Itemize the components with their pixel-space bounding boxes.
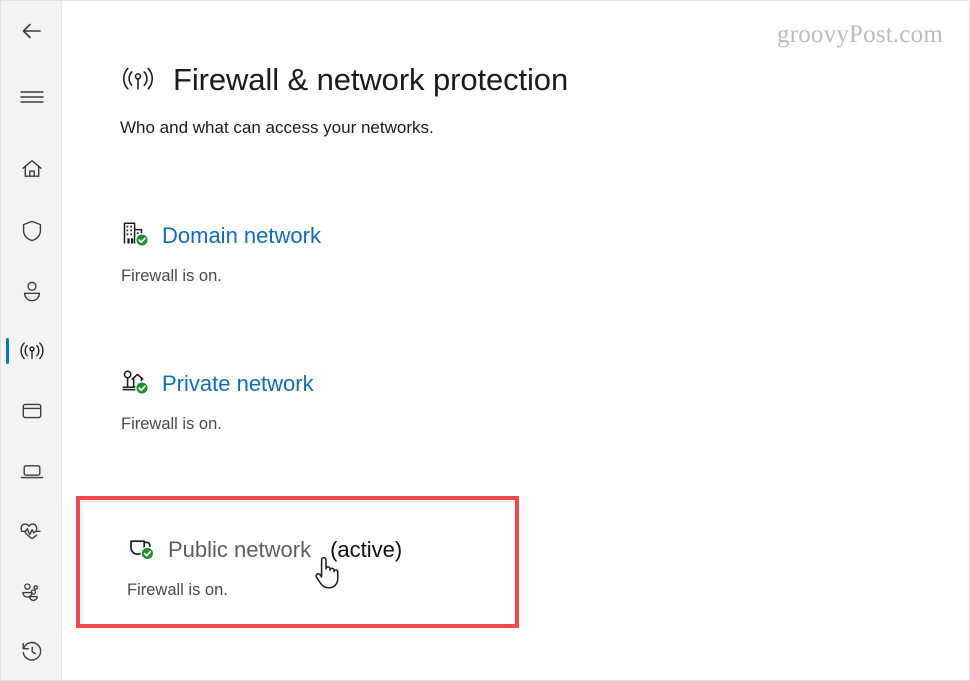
navigation-sidebar: [1, 1, 62, 680]
sidebar-item-family-options[interactable]: [1, 569, 62, 613]
laptop-icon: [18, 458, 46, 484]
sidebar-item-account-protection[interactable]: [1, 269, 62, 313]
domain-network-status: Firewall is on.: [121, 267, 222, 285]
network-profile-public: Public network (active) Firewall is on.: [126, 532, 402, 600]
app-window-icon: [19, 398, 45, 424]
green-check-badge: [140, 546, 155, 561]
green-check-badge: [135, 233, 149, 247]
coffee-cup-icon: [126, 532, 156, 567]
domain-network-link[interactable]: Domain network: [162, 223, 321, 249]
wifi-signal-icon: [119, 62, 157, 101]
network-profile-domain: Domain network Firewall is on.: [120, 218, 321, 286]
highlight-box-public-network: Public network (active) Firewall is on.: [76, 496, 519, 628]
watermark: groovyPost.com: [777, 21, 943, 48]
green-check-badge: [135, 381, 149, 395]
public-network-status: Firewall is on.: [127, 581, 228, 599]
private-network-status: Firewall is on.: [121, 415, 222, 433]
office-building-icon: [120, 218, 150, 253]
family-people-icon: [18, 578, 46, 604]
public-network-link[interactable]: Public network: [168, 537, 311, 563]
sidebar-item-firewall-network[interactable]: [1, 329, 62, 373]
wifi-signal-icon: [18, 338, 46, 364]
sidebar-item-device-health[interactable]: [1, 509, 62, 553]
network-profile-private: Private network Firewall is on.: [120, 366, 314, 434]
sidebar-item-protection-history[interactable]: [1, 629, 62, 673]
sidebar-item-device-security[interactable]: [1, 449, 62, 493]
page-subtitle: Who and what can access your networks.: [120, 118, 434, 137]
windows-security-window: groovyPost.com Firewall & network protec…: [0, 0, 970, 681]
home-icon: [19, 156, 45, 182]
heart-pulse-icon: [18, 518, 46, 544]
page-title: Firewall & network protection: [173, 61, 569, 97]
sidebar-item-app-browser-control[interactable]: [1, 389, 62, 433]
back-button[interactable]: [1, 9, 62, 53]
selected-indicator: [6, 338, 9, 364]
public-network-active-label: (active): [330, 536, 403, 562]
hamburger-menu-icon: [19, 88, 45, 106]
main-content: groovyPost.com Firewall & network protec…: [62, 1, 969, 680]
menu-button[interactable]: [1, 75, 62, 119]
shield-icon: [19, 218, 45, 244]
sidebar-item-virus-protection[interactable]: [1, 209, 62, 253]
person-icon: [19, 278, 45, 304]
page-header: Firewall & network protection: [119, 41, 568, 119]
back-arrow-icon: [19, 18, 45, 44]
house-tree-icon: [120, 366, 150, 401]
private-network-link[interactable]: Private network: [162, 371, 314, 397]
history-clock-icon: [19, 638, 45, 664]
sidebar-item-home[interactable]: [1, 147, 62, 191]
